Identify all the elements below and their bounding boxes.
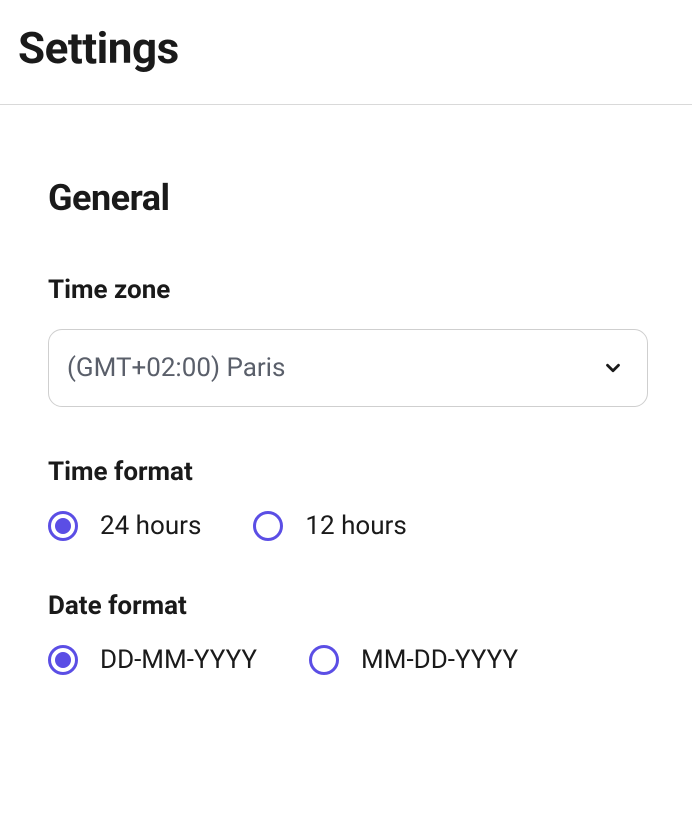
radio-icon [309,645,339,675]
dateformat-field: Date format DD-MM-YYYY MM-DD-YYYY [48,591,692,675]
timeformat-option-24h[interactable]: 24 hours [48,511,201,541]
timeformat-label: Time format [48,457,692,487]
radio-label: 12 hours [305,511,406,541]
radio-icon [48,511,78,541]
radio-icon [253,511,283,541]
timezone-field: Time zone (GMT+02:00) Paris [48,275,692,407]
dateformat-label: Date format [48,591,692,621]
timezone-label: Time zone [48,275,692,305]
radio-label: DD-MM-YYYY [100,645,257,675]
radio-icon [48,645,78,675]
radio-label: MM-DD-YYYY [361,645,518,675]
page-title: Settings [0,0,692,104]
general-section: General Time zone (GMT+02:00) Paris Time… [0,105,692,675]
section-title-general: General [48,177,692,219]
timeformat-option-12h[interactable]: 12 hours [253,511,406,541]
timezone-select-wrapper: (GMT+02:00) Paris [48,329,648,407]
timezone-value: (GMT+02:00) Paris [67,353,285,383]
radio-label: 24 hours [100,511,201,541]
dateformat-option-mdy[interactable]: MM-DD-YYYY [309,645,518,675]
timeformat-field: Time format 24 hours 12 hours [48,457,692,541]
timezone-select[interactable]: (GMT+02:00) Paris [48,329,648,407]
dateformat-options: DD-MM-YYYY MM-DD-YYYY [48,645,692,675]
dateformat-option-dmy[interactable]: DD-MM-YYYY [48,645,257,675]
timeformat-options: 24 hours 12 hours [48,511,692,541]
